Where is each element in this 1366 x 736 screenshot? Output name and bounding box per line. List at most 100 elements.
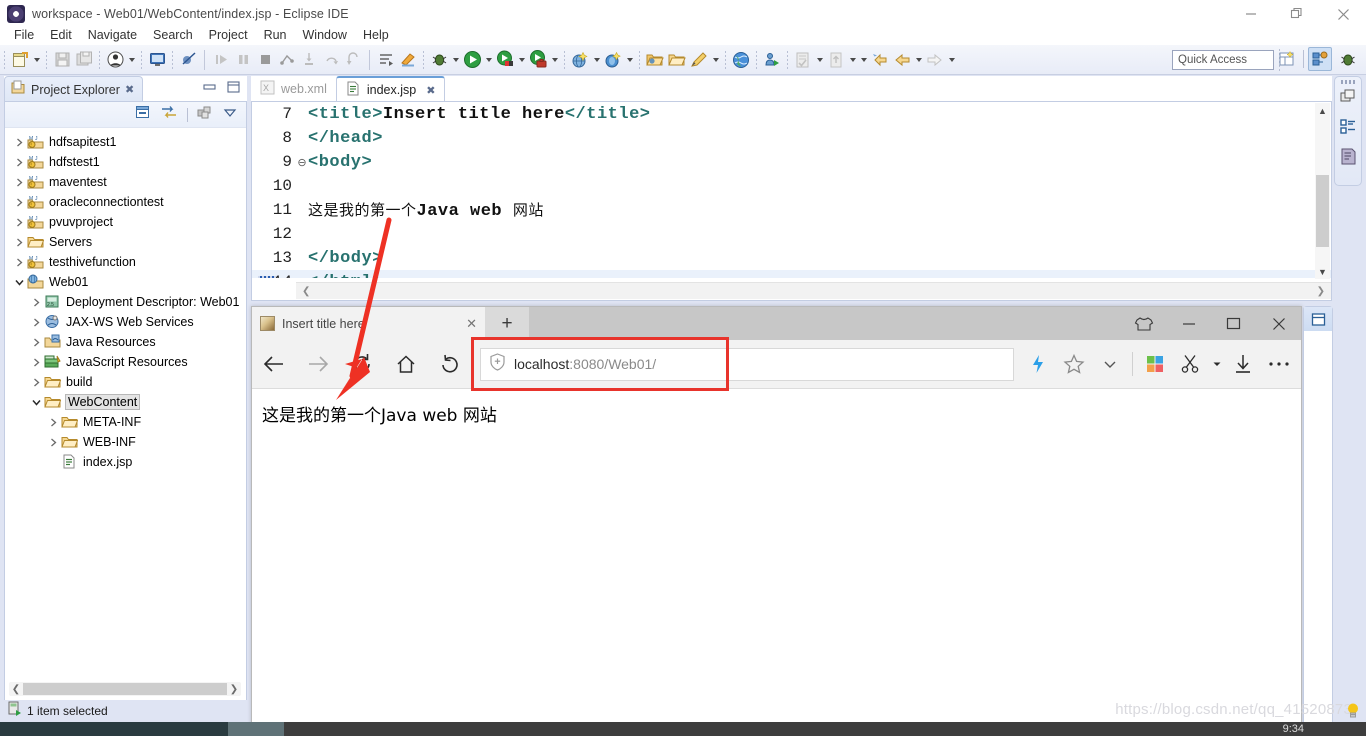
menu-run[interactable]: Run (256, 26, 295, 44)
tree-item-servers[interactable]: Servers (5, 232, 246, 252)
back-button[interactable] (252, 342, 296, 386)
link-with-editor-icon[interactable] (160, 104, 178, 125)
folder-icon-2[interactable] (666, 49, 688, 71)
chevron-right-icon[interactable] (28, 318, 44, 327)
tree-item-deployment-descriptor-web01[interactable]: 2.5 Deployment Descriptor: Web01 (5, 292, 246, 312)
tree-item-maventest[interactable]: M J! maventest (5, 172, 246, 192)
new-wizard-button[interactable] (9, 45, 42, 75)
web-notes-icon[interactable] (1173, 342, 1209, 386)
home-button[interactable] (384, 342, 428, 386)
code-line[interactable]: 10 (252, 174, 1331, 198)
scroll-left-icon[interactable]: ❮ (9, 684, 23, 695)
editor-tab-web-xml[interactable]: Xweb.xml (251, 76, 336, 102)
chevron-right-icon[interactable] (28, 378, 44, 387)
chevron-right-icon[interactable] (45, 418, 61, 427)
stop-server-button[interactable] (527, 45, 560, 75)
menu-search[interactable]: Search (145, 26, 201, 44)
chevron-right-icon[interactable] (28, 338, 44, 347)
user-dropdown[interactable] (126, 49, 137, 71)
open-web-browser-icon[interactable] (730, 49, 752, 71)
perspective-debug[interactable] (1336, 47, 1360, 71)
tree-item-java-resources[interactable]: Java Resources (5, 332, 246, 352)
view-menu-cubes-icon[interactable] (197, 104, 214, 125)
collapse-all-icon[interactable] (135, 104, 151, 125)
chevron-right-icon[interactable] (11, 258, 27, 267)
browser-close-button[interactable] (1256, 307, 1301, 340)
run-as-person-icon[interactable] (761, 49, 783, 71)
chevron-down-icon[interactable] (28, 398, 44, 407)
chevron-right-icon[interactable] (28, 358, 44, 367)
editor-vscrollbar[interactable]: ▲ ▼ (1315, 103, 1330, 279)
chevron-down-icon[interactable] (11, 278, 27, 287)
skip-breakpoints-icon[interactable] (177, 49, 199, 71)
menu-window[interactable]: Window (295, 26, 355, 44)
scroll-down-icon[interactable]: ▼ (1315, 264, 1330, 279)
edit-pencil-button[interactable] (688, 45, 721, 75)
menu-help[interactable]: Help (355, 26, 397, 44)
favorites-star-icon[interactable] (1056, 342, 1092, 386)
right-panel-tab[interactable] (1304, 307, 1332, 331)
tree-item-testhivefunction[interactable]: M J! testhivefunction (5, 252, 246, 272)
stop-server-dropdown[interactable] (549, 49, 560, 71)
code-line[interactable]: 11 这是我的第一个Java web 网站 (252, 198, 1331, 222)
fastview-grip[interactable] (1341, 80, 1357, 84)
reading-view-button[interactable] (428, 342, 472, 386)
chevron-right-icon[interactable] (11, 138, 27, 147)
new-jsp-dropdown[interactable] (591, 49, 602, 71)
back-button[interactable] (891, 45, 924, 75)
chevron-right-icon[interactable] (45, 438, 61, 447)
external-tools-icon[interactable] (397, 49, 419, 71)
save-icon[interactable] (51, 49, 73, 71)
forward-dropdown[interactable] (946, 49, 957, 71)
hscroll-thumb[interactable] (23, 683, 227, 695)
menu-navigate[interactable]: Navigate (80, 26, 145, 44)
terminal-icon[interactable] (146, 49, 168, 71)
more-icon[interactable] (1261, 342, 1297, 386)
refresh-button[interactable] (340, 342, 384, 386)
perspective-java-ee[interactable] (1308, 47, 1332, 71)
new-servlet-dropdown[interactable] (624, 49, 635, 71)
outline-view-icon[interactable] (1339, 118, 1357, 140)
toolbar-overflow-1[interactable] (858, 49, 869, 71)
close-icon[interactable]: ✖ (426, 84, 435, 97)
browser-tab[interactable]: Insert title here ✕ (252, 307, 485, 340)
project-explorer-hscrollbar[interactable]: ❮ ❯ (9, 682, 241, 696)
set-aside-tabs-icon[interactable] (1121, 307, 1166, 340)
new-jsp-button[interactable] (569, 45, 602, 75)
chevron-right-icon[interactable] (11, 238, 27, 247)
run-on-server-button[interactable] (494, 45, 527, 75)
tree-item-javascript-resources[interactable]: JavaScript Resources (5, 352, 246, 372)
open-folder-icon[interactable] (644, 49, 666, 71)
menu-project[interactable]: Project (201, 26, 256, 44)
chevron-right-icon[interactable] (11, 198, 27, 207)
minimize-panel-icon[interactable] (202, 80, 217, 99)
close-icon[interactable]: ✖ (125, 83, 134, 96)
tab-project-explorer[interactable]: Project Explorer ✖ (4, 76, 144, 102)
restore-views-icon[interactable] (1340, 89, 1356, 110)
run-dropdown[interactable] (483, 49, 494, 71)
reading-view-icon[interactable] (1020, 342, 1056, 386)
tab-close-icon[interactable]: ✕ (466, 316, 477, 332)
save-all-icon[interactable] (73, 49, 95, 71)
tree-item-build[interactable]: build (5, 372, 246, 392)
user-button[interactable] (104, 45, 137, 75)
view-menu-icon[interactable] (223, 105, 237, 124)
code-line[interactable]: 13 </body> (252, 246, 1331, 270)
fold-marker[interactable]: ⊖ (296, 156, 308, 169)
open-perspective-button[interactable] (1275, 47, 1299, 71)
tree-item-pvuvproject[interactable]: M J! pvuvproject (5, 212, 246, 232)
edit-pencil-dropdown[interactable] (710, 49, 721, 71)
code-line[interactable]: 12 (252, 222, 1331, 246)
console-view-icon[interactable] (1340, 148, 1357, 170)
hscroll-right-icon[interactable]: ❯ (1317, 286, 1325, 297)
code-line[interactable]: 8 </head> (252, 126, 1331, 150)
chevron-right-icon[interactable] (11, 218, 27, 227)
chevron-right-icon[interactable] (28, 298, 44, 307)
code-line[interactable]: 9 ⊖ <body> (252, 150, 1331, 174)
next-annotation-icon[interactable] (375, 49, 397, 71)
editor-tab-index-jsp[interactable]: index.jsp ✖ (335, 76, 446, 102)
chevron-down-icon[interactable] (1092, 342, 1128, 386)
tree-item-web01[interactable]: Web01 (5, 272, 246, 292)
scroll-right-icon[interactable]: ❯ (227, 684, 241, 695)
code-line[interactable]: 14</html> (252, 270, 1331, 278)
